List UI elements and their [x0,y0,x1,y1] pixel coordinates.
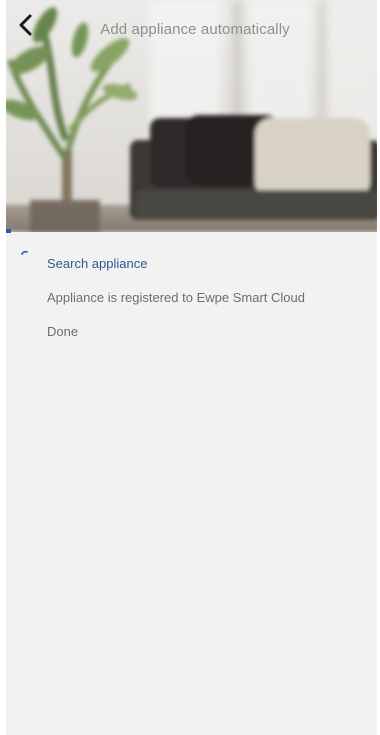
step-search-appliance: Search appliance [0,246,380,280]
add-appliance-screen: Add appliance automatically Search appli… [0,0,380,735]
step-done: Done [0,314,380,348]
page-title: Add appliance automatically [100,21,290,38]
step-registered-cloud: Appliance is registered to Ewpe Smart Cl… [0,280,380,314]
step-label: Done [47,323,79,339]
step-list: Search appliance Appliance is registered… [0,246,380,348]
step-label: Search appliance [47,255,148,271]
spinner-icon [21,250,28,255]
step-label: Appliance is registered to Ewpe Smart Cl… [47,289,305,305]
progress-bar [0,229,380,233]
screen-edge-left [0,0,6,735]
header-photo: Add appliance automatically [0,0,380,232]
